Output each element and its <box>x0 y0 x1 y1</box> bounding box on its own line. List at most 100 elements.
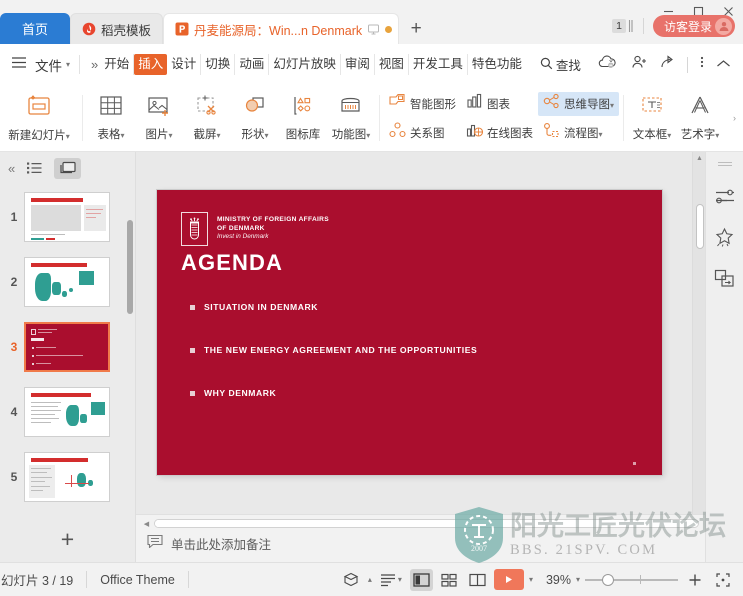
thumbnail-item[interactable]: 1 <box>0 184 135 249</box>
package-chevron-icon[interactable]: ▴ <box>368 575 372 584</box>
slideshow-chevron-icon[interactable]: ▾ <box>529 575 533 584</box>
thumbnail-preview[interactable] <box>24 321 110 372</box>
thumbnail-item[interactable]: 2 <box>0 249 135 314</box>
word-art-label: 艺术字▾ <box>680 129 720 141</box>
add-slide-button[interactable]: + <box>0 516 135 562</box>
ribbon-overflow-icon[interactable]: › <box>733 113 743 123</box>
new-slide-icon <box>24 93 54 124</box>
duplicate-layers-icon[interactable] <box>712 265 738 291</box>
theme-name[interactable]: Office Theme <box>100 573 175 587</box>
file-menu-button[interactable]: 文件 ▾ <box>35 55 70 75</box>
scrollbar-track[interactable] <box>154 519 699 528</box>
text-align-icon[interactable]: ▾ <box>377 569 405 591</box>
file-menu-label: 文件 <box>35 58 62 74</box>
slide-counter[interactable]: 幻灯片 3 / 19 <box>1 570 73 589</box>
new-tab-button[interactable]: + <box>399 13 433 44</box>
function-chart-button[interactable]: 功能图▾ <box>327 87 375 149</box>
relation-chart-button[interactable]: 关系图 <box>384 121 461 145</box>
scrollbar-thumb[interactable] <box>155 520 552 527</box>
scrollbar-thumb[interactable] <box>696 204 704 249</box>
thumbnail-item-current[interactable]: 3 <box>0 314 135 379</box>
insert-picture-button[interactable]: 图片▾ <box>135 87 183 149</box>
notes-panel[interactable]: ◀ 单击此处添加备注 <box>136 514 705 562</box>
word-art-button[interactable]: 艺术字▾ <box>676 87 724 149</box>
menu-bar: 文件 ▾ » 开始 插入 设计 切换 动画 幻灯片放映 审阅 视图 开发工具 特… <box>0 44 743 85</box>
share-icon[interactable] <box>660 55 675 74</box>
ribbon-tab-features[interactable]: 特色功能 <box>468 54 526 75</box>
tab-active-document[interactable]: 丹麦能源局：Win...n Denmark <box>163 13 400 44</box>
insert-shape-button[interactable]: 形状▾ <box>231 87 279 149</box>
thumbnail-view-button[interactable] <box>54 157 82 179</box>
zoom-track[interactable] <box>585 573 678 586</box>
ribbon-tab-animation[interactable]: 动画 <box>235 54 270 75</box>
smart-art-label: 智能图形 <box>410 98 456 111</box>
scroll-left-icon[interactable]: ◀ <box>142 520 151 528</box>
zoom-chevron-icon[interactable]: ▾ <box>576 575 580 584</box>
thumbnail-scrollbar[interactable] <box>127 220 133 314</box>
magic-effects-icon[interactable] <box>712 224 738 250</box>
zoom-level[interactable]: 39% <box>546 573 571 587</box>
add-collaborator-icon[interactable] <box>632 55 648 74</box>
ribbon-tab-slideshow[interactable]: 幻灯片放映 <box>269 54 341 75</box>
slide-canvas[interactable]: MINISTRY OF FOREIGN AFFAIRS OF DENMARK I… <box>136 152 705 562</box>
flow-chart-button[interactable]: 流程图▾ <box>538 121 619 145</box>
thumbnail-item[interactable]: 5 <box>0 444 135 509</box>
tab-home[interactable]: 首页 <box>0 13 71 44</box>
thumbnail-item[interactable] <box>0 509 135 516</box>
thumbnail-item[interactable]: 4 <box>0 379 135 444</box>
overflow-icon[interactable]: » <box>91 57 98 72</box>
online-chart-button[interactable]: 在线图表 <box>461 121 538 145</box>
zoom-handle[interactable] <box>602 573 614 586</box>
canvas-vertical-scrollbar[interactable]: ▲ ▼ ▲ ▼ <box>692 152 705 562</box>
outline-view-button[interactable] <box>21 158 48 179</box>
ribbon-tab-insert[interactable]: 插入 <box>134 54 168 75</box>
tab-count-badge[interactable]: 1 <box>612 19 634 33</box>
notes-placeholder-row[interactable]: 单击此处添加备注 <box>147 534 271 553</box>
current-slide[interactable]: MINISTRY OF FOREIGN AFFAIRS OF DENMARK I… <box>157 190 662 475</box>
tabbar-right-controls: 1 访客登录 <box>612 15 735 37</box>
tab-stack-icon <box>628 20 633 32</box>
thumbnail-preview[interactable] <box>24 386 110 437</box>
hamburger-menu-icon[interactable] <box>11 56 27 74</box>
canvas-horizontal-scrollbar[interactable]: ◀ <box>142 518 699 529</box>
slide-sorter-view-button[interactable] <box>438 569 461 591</box>
ribbon-tab-view[interactable]: 视图 <box>375 54 409 75</box>
insert-textbox-button[interactable]: 文本框▾ <box>628 87 676 149</box>
thumbnail-list[interactable]: 1 2 3 4 5 <box>0 184 135 516</box>
fit-to-window-button[interactable] <box>711 569 734 591</box>
ribbon-tab-transition[interactable]: 切换 <box>201 54 236 75</box>
package-tools-icon[interactable] <box>340 569 363 591</box>
thumbnail-preview[interactable] <box>24 451 110 502</box>
start-slideshow-button[interactable] <box>493 569 524 590</box>
screenshot-button[interactable]: 截屏▾ <box>183 87 231 149</box>
mind-map-button[interactable]: 思维导图▾ <box>538 91 620 116</box>
insert-table-button[interactable]: 表格▾ <box>87 87 135 149</box>
slide-bullet-list[interactable]: SITUATION IN DENMARK THE NEW ENERGY AGRE… <box>190 302 642 431</box>
insert-chart-button[interactable]: 图表 <box>461 92 538 116</box>
tab-docker-template[interactable]: 稻壳模板 <box>70 13 164 44</box>
format-settings-icon[interactable] <box>712 183 738 209</box>
normal-view-button[interactable] <box>409 568 433 591</box>
ribbon-tab-design[interactable]: 设计 <box>167 54 202 75</box>
ribbon-tab-review[interactable]: 审阅 <box>341 54 375 75</box>
slide-title[interactable]: AGENDA <box>181 250 283 276</box>
find-button[interactable]: 查找 <box>540 55 581 74</box>
tab-count-value: 1 <box>612 19 626 33</box>
collapse-ribbon-icon[interactable] <box>716 56 731 74</box>
ribbon-tab-start[interactable]: 开始 <box>100 54 135 75</box>
cloud-sync-icon[interactable] <box>598 55 620 74</box>
more-options-icon[interactable] <box>700 55 704 74</box>
zoom-in-button[interactable] <box>683 569 706 591</box>
table-icon <box>98 94 124 123</box>
present-icon[interactable] <box>367 23 380 36</box>
new-slide-button[interactable]: 新建幻灯片▾ <box>0 87 78 149</box>
thumbnail-preview[interactable] <box>24 191 110 242</box>
zoom-slider[interactable] <box>585 573 678 586</box>
ribbon-tab-developer[interactable]: 开发工具 <box>409 54 468 75</box>
reading-view-button[interactable] <box>466 569 489 591</box>
collapse-panel-icon[interactable]: « <box>8 161 15 176</box>
icon-library-button[interactable]: 图标库 <box>279 87 327 149</box>
smart-art-button[interactable]: 智能图形 <box>384 92 461 116</box>
thumbnail-preview[interactable] <box>24 256 110 307</box>
guest-login-button[interactable]: 访客登录 <box>652 15 735 37</box>
